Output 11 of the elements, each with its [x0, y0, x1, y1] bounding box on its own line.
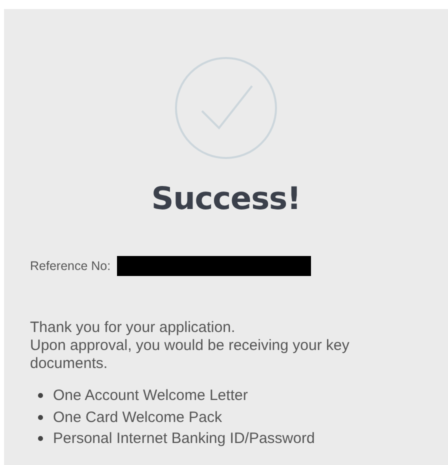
document-item: One Card Welcome Pack	[53, 408, 222, 426]
bullet-icon	[38, 393, 43, 398]
document-item: Personal Internet Banking ID/Password	[53, 430, 315, 448]
check-circle-icon	[174, 56, 278, 160]
reference-label: Reference No:	[30, 259, 111, 273]
document-item: One Account Welcome Letter	[53, 387, 248, 404]
success-title: Success!	[150, 181, 302, 217]
message-text: Upon approval, you would be receiving your key documents.	[30, 337, 350, 373]
bullet-icon	[38, 436, 43, 442]
message-text: Thank you for your application.	[30, 319, 236, 337]
bullet-icon	[38, 414, 43, 420]
